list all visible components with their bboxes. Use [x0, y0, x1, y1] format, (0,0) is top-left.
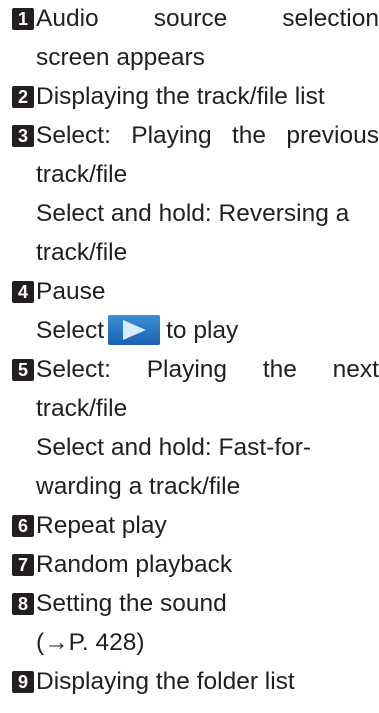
item-5-line-2: track/file [36, 395, 128, 422]
number-badge-1: 1 [12, 8, 34, 30]
number-badge-5: 5 [12, 359, 34, 381]
item-3-line-1: Select: Playing the previous [36, 122, 379, 149]
number-badge-3: 3 [12, 125, 34, 147]
item-5-line-3: Select and hold: Fast-for- [36, 434, 312, 461]
item-3-line-4: track/file [36, 239, 128, 266]
number-badge-8: 8 [12, 593, 34, 615]
item-4-line-2: Select to play [36, 314, 379, 348]
item-7-line-1: Random playback [36, 551, 233, 578]
item-3-line-2: track/file [36, 161, 128, 188]
item-4-line-1: Pause [36, 278, 106, 305]
number-badge-9: 9 [12, 671, 34, 693]
number-badge-7: 7 [12, 554, 34, 576]
item-8-line-1: Setting the sound [36, 590, 227, 617]
item-1-line-2: screen appears [36, 44, 205, 71]
item-6-line-1: Repeat play [36, 512, 167, 539]
item-2-line-1: Displaying the track/file list [36, 83, 325, 110]
item-1-line-1: Audio source selection [36, 5, 379, 32]
play-icon [108, 314, 161, 345]
item-3-line-3: Select and hold: Reversing a [36, 200, 350, 227]
item-8-page-reference: (→P. 428) [36, 629, 145, 656]
item-9-line-1: Displaying the folder list [36, 668, 295, 695]
number-badge-2: 2 [12, 86, 34, 108]
number-badge-6: 6 [12, 515, 34, 537]
legend-list: 1 Audio source selection screen appears … [0, 0, 379, 713]
item-5-line-4: warding a track/file [36, 473, 241, 500]
item-5-line-1: Select: Playing the next [36, 356, 379, 383]
number-badge-4: 4 [12, 281, 34, 303]
